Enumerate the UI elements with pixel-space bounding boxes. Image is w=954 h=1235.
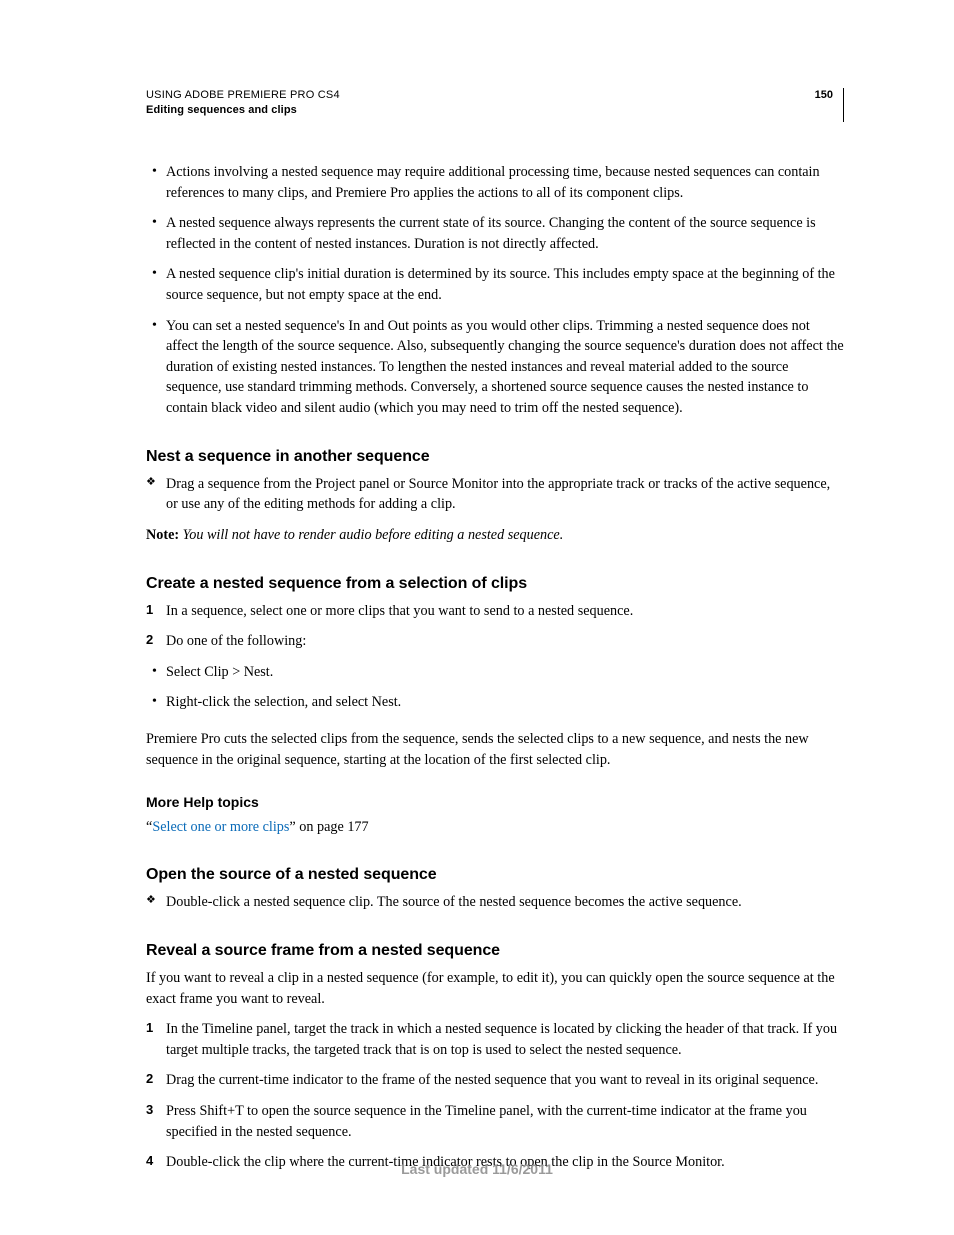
body-content: Actions involving a nested sequence may … [146,162,844,1173]
note: Note: You will not have to render audio … [146,525,844,546]
create-sub-bullets: Select Clip > Nest. Right-click the sele… [146,662,844,713]
list-item: A nested sequence clip's initial duratio… [166,264,844,305]
heading-create: Create a nested sequence from a selectio… [146,572,844,595]
list-item: A nested sequence always represents the … [166,213,844,254]
open-source-steps: Double-click a nested sequence clip. The… [146,892,844,913]
doc-title: USING ADOBE PREMIERE PRO CS4 [146,88,340,103]
header-right: 150 [815,88,844,122]
header-rule [843,88,844,122]
page-number: 150 [815,88,843,122]
help-link-after: ” on page 177 [289,819,368,835]
footer-updated: Last updated 11/6/2011 [0,1161,954,1177]
heading-more-help: More Help topics [146,792,844,812]
list-item: In a sequence, select one or more clips … [166,601,844,622]
running-header: USING ADOBE PREMIERE PRO CS4 Editing seq… [146,88,844,122]
create-after: Premiere Pro cuts the selected clips fro… [146,729,844,770]
section-title: Editing sequences and clips [146,103,340,118]
page: USING ADOBE PREMIERE PRO CS4 Editing seq… [0,0,954,1235]
list-item: Actions involving a nested sequence may … [166,162,844,203]
create-steps: In a sequence, select one or more clips … [146,601,844,652]
nest-steps: Drag a sequence from the Project panel o… [146,474,844,515]
list-item: Drag a sequence from the Project panel o… [166,474,844,515]
list-item: Drag the current-time indicator to the f… [166,1070,844,1091]
list-item: Press Shift+T to open the source sequenc… [166,1101,844,1142]
reveal-steps: In the Timeline panel, target the track … [146,1019,844,1173]
help-link[interactable]: Select one or more clips [152,819,289,835]
note-label: Note: [146,527,179,543]
list-item: Select Clip > Nest. [166,662,844,683]
heading-nest: Nest a sequence in another sequence [146,445,844,468]
intro-bullet-list: Actions involving a nested sequence may … [146,162,844,419]
list-item: Double-click a nested sequence clip. The… [166,892,844,913]
more-help-line: “Select one or more clips” on page 177 [146,817,844,838]
list-item: In the Timeline panel, target the track … [166,1019,844,1060]
heading-reveal: Reveal a source frame from a nested sequ… [146,939,844,962]
list-item: You can set a nested sequence's In and O… [166,316,844,419]
note-text: You will not have to render audio before… [179,527,563,543]
header-left: USING ADOBE PREMIERE PRO CS4 Editing seq… [146,88,340,119]
reveal-intro: If you want to reveal a clip in a nested… [146,968,844,1009]
heading-open-source: Open the source of a nested sequence [146,863,844,886]
list-item: Right-click the selection, and select Ne… [166,692,844,713]
list-item: Do one of the following: [166,631,844,652]
